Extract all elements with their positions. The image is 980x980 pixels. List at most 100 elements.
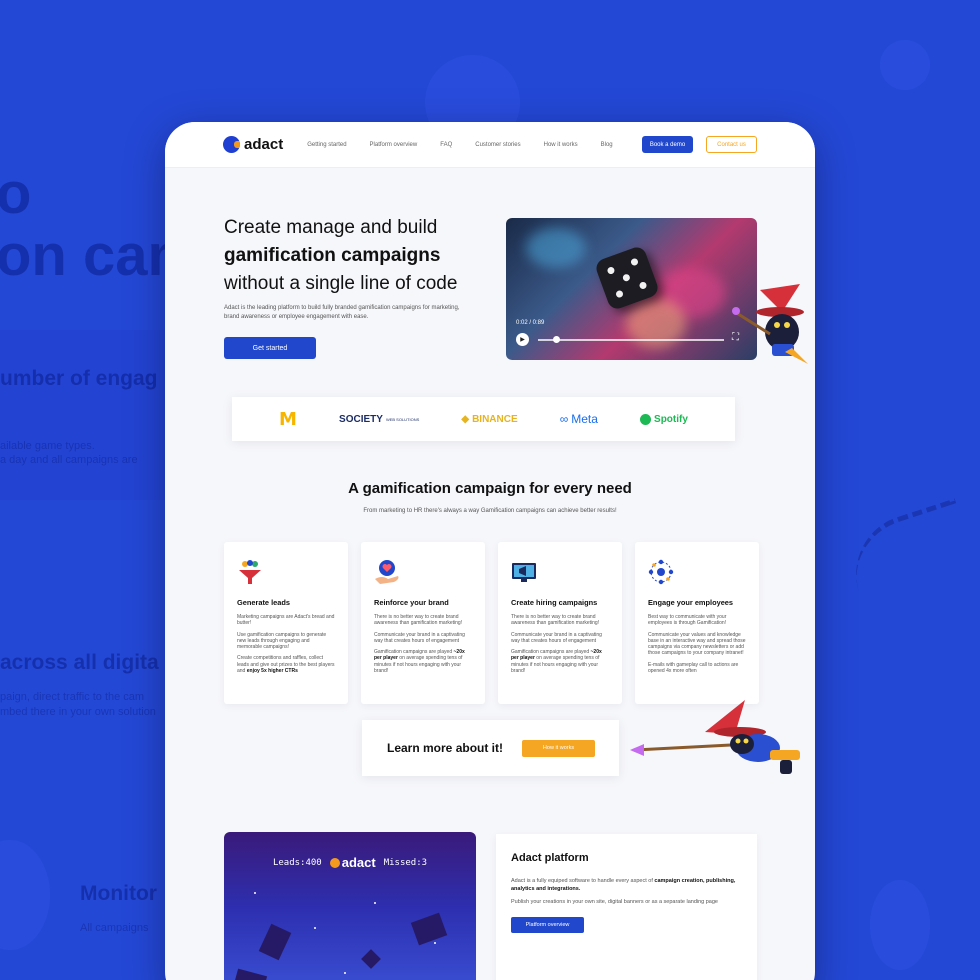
- asteroid: [258, 923, 292, 961]
- society-logo-text: SOCIETY: [339, 413, 383, 425]
- game-hud: Leads:400 adact Missed:3: [224, 855, 476, 870]
- meta-logo: ∞ Meta: [560, 412, 598, 426]
- platform-title: Adact platform: [511, 852, 589, 864]
- nav-customer-stories[interactable]: Customer stories: [475, 142, 520, 148]
- card-text: E-mails with gameplay call to actions ar…: [648, 661, 739, 675]
- game-preview[interactable]: Leads:400 adact Missed:3: [224, 832, 476, 980]
- play-icon[interactable]: ▶: [516, 333, 529, 346]
- society-logo: SOCIETY WEB SOLUTIONS: [339, 413, 420, 425]
- video-scrubber-handle[interactable]: [553, 336, 561, 343]
- leads-counter: Leads:400: [272, 857, 322, 868]
- card-reinforce-brand: Reinforce your brand There is no better …: [361, 542, 485, 704]
- book-demo-button[interactable]: Book a demo: [642, 136, 693, 153]
- main-nav: Getting started Platform overview FAQ Cu…: [307, 142, 635, 148]
- card-hiring-campaigns: Create hiring campaigns There is no bett…: [498, 542, 622, 704]
- card-title: Engage your employees: [648, 598, 734, 607]
- platform-text: Publish your creations in your own site,…: [511, 899, 718, 905]
- section-title: A gamification campaign for every need: [348, 480, 632, 497]
- meta-logo-text: Meta: [571, 412, 598, 426]
- card-text: Best way to communicate with your employ…: [648, 614, 727, 627]
- top-navigation-bar: adact Getting started Platform overview …: [165, 122, 815, 168]
- adact-logo-icon: [223, 136, 240, 153]
- card-engage-employees: Engage your employees Best way to commun…: [635, 542, 759, 704]
- card-text: Gamification campaigns are played ~20x p…: [511, 649, 609, 674]
- team-network-icon: [648, 559, 674, 585]
- background-blob: [0, 840, 50, 950]
- nav-platform-overview[interactable]: Platform overview: [370, 142, 418, 148]
- logo[interactable]: adact: [223, 136, 283, 153]
- platform-text: Adact is a fully equiped software to han…: [511, 878, 742, 893]
- binance-icon: ◆: [461, 413, 470, 425]
- background-text: paign, direct traffic to the cam: [0, 691, 145, 703]
- contact-us-button[interactable]: Contact us: [706, 136, 757, 153]
- learn-more-text: Learn more about it!: [387, 741, 504, 755]
- game-logo: adact: [329, 855, 376, 870]
- section-subtitle: From marketing to HR there's always a wa…: [363, 508, 617, 514]
- card-text: Marketing campaigns are Adact's bread an…: [237, 614, 335, 627]
- platform-card: Adact platform Adact is a fully equiped …: [496, 834, 757, 980]
- feature-cards: Generate leads Marketing campaigns are A…: [224, 542, 759, 704]
- card-generate-leads: Generate leads Marketing campaigns are A…: [224, 542, 348, 704]
- card-text-part: Gamification campaigns are played: [511, 649, 591, 656]
- spotify-icon: [640, 413, 652, 425]
- missed-counter: Missed:3: [383, 857, 428, 868]
- background-text: mbed there in your own solution: [0, 706, 156, 718]
- card-text-bold: enjoy 5x higher CTRs: [246, 668, 298, 675]
- card-text: Create competitions and raffles, collect…: [237, 655, 335, 674]
- hero-line-3: without a single line of code: [224, 273, 458, 294]
- game-logo-text: adact: [341, 855, 376, 870]
- asteroid: [230, 968, 268, 980]
- hero-line-1: Create manage and build: [224, 217, 438, 238]
- binance-logo: ◆ BINANCE: [461, 414, 517, 425]
- partner-logos: M SOCIETY WEB SOLUTIONS ◆ BINANCE ∞ Meta…: [232, 397, 735, 441]
- star: [344, 972, 346, 974]
- background-blob: [880, 40, 930, 90]
- background-text: Monitor: [80, 882, 157, 905]
- website-mockup: adact Getting started Platform overview …: [165, 122, 815, 980]
- background-text: umber of engag: [0, 367, 158, 390]
- star: [314, 927, 316, 929]
- card-text: Use gamification campaigns to generate n…: [237, 631, 327, 651]
- card-text: Gamification campaigns are played ~20x p…: [374, 649, 472, 674]
- society-logo-subtext: WEB SOLUTIONS: [385, 416, 420, 422]
- hero-line-2: gamification campaigns: [224, 245, 441, 266]
- hero-heading: Create manage and build gamification cam…: [224, 214, 484, 298]
- background-text: a day and all campaigns are: [0, 454, 138, 466]
- video-progress-bar[interactable]: [538, 339, 724, 341]
- card-title: Reinforce your brand: [374, 598, 449, 607]
- adact-logo-icon: [329, 857, 340, 868]
- nav-blog[interactable]: Blog: [601, 142, 613, 148]
- platform-overview-button[interactable]: Platform overview: [511, 916, 584, 933]
- card-text: There is no better way to create brand a…: [511, 614, 600, 627]
- asteroid: [361, 949, 381, 969]
- background-text: All campaigns: [80, 922, 149, 934]
- hero-description: Adact is the leading platform to build f…: [224, 305, 460, 320]
- star: [254, 892, 256, 894]
- meta-icon: ∞: [559, 412, 569, 426]
- background-dashed-path: [840, 498, 980, 612]
- star: [374, 902, 376, 904]
- card-title: Create hiring campaigns: [511, 598, 598, 607]
- nav-how-it-works[interactable]: How it works: [544, 142, 578, 148]
- platform-text-part: Adact is a fully equiped software to han…: [511, 878, 655, 884]
- card-text-part: Gamification campaigns are played: [374, 649, 454, 656]
- mcdonalds-logo: M: [279, 408, 297, 430]
- card-text: Communicate your values and knowledge ba…: [648, 631, 746, 657]
- video-time: 0:02 / 0:89: [516, 320, 545, 326]
- hero-video-player[interactable]: 0:02 / 0:89 ▶ ⛶: [506, 218, 757, 360]
- funnel-icon: [239, 560, 261, 584]
- background-text: ailable game types.: [0, 440, 95, 452]
- heart-hand-icon: [375, 560, 399, 584]
- get-started-button[interactable]: Get started: [224, 337, 316, 359]
- how-it-works-button[interactable]: How it works: [522, 739, 596, 757]
- binance-logo-text: BINANCE: [472, 413, 518, 425]
- background-text: across all digita: [0, 651, 159, 674]
- asteroid: [410, 912, 448, 946]
- card-text: Communicate your brand in a captivating …: [374, 631, 465, 644]
- nav-faq[interactable]: FAQ: [440, 142, 452, 148]
- background-text: o: [0, 161, 32, 226]
- background-blob: [870, 880, 930, 970]
- flying-wizard-icon: [630, 700, 800, 774]
- logo-text: adact: [244, 136, 284, 153]
- nav-getting-started[interactable]: Getting started: [307, 142, 346, 148]
